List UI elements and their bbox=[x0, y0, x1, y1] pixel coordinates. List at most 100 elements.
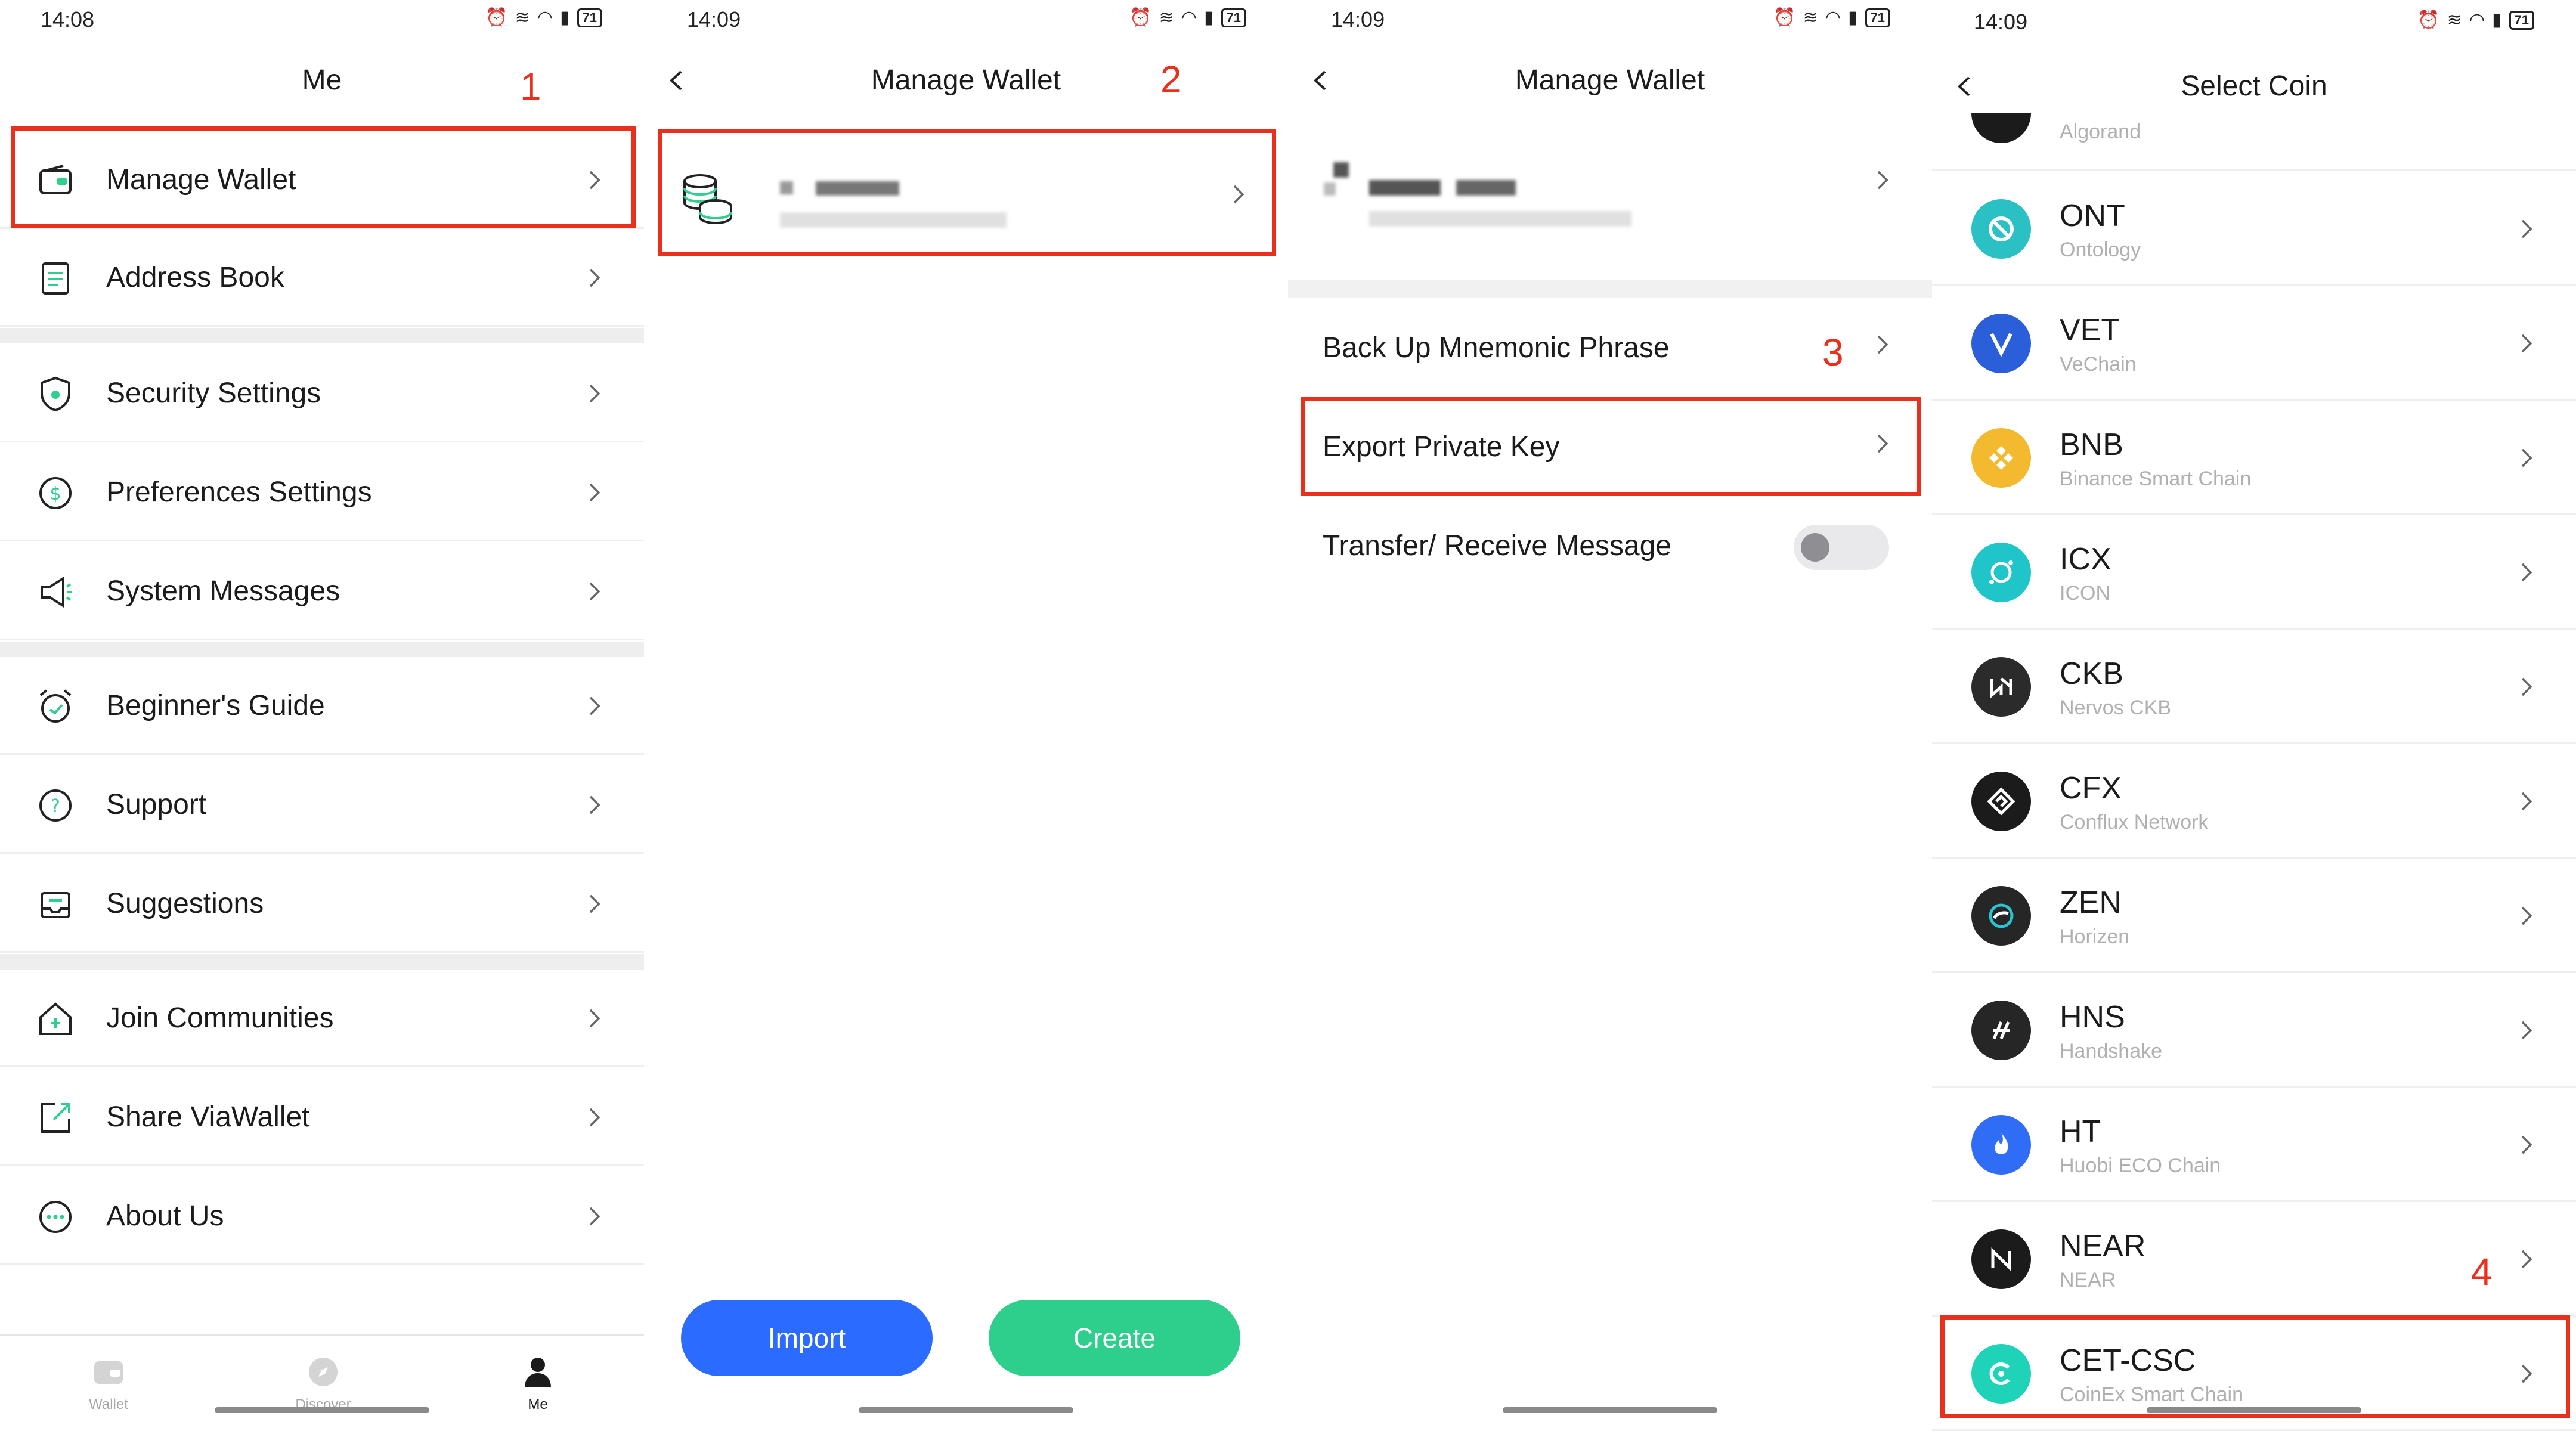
import-button[interactable]: Import bbox=[681, 1300, 933, 1376]
home-indicator bbox=[1503, 1407, 1717, 1413]
cfx-icon bbox=[1971, 772, 2031, 831]
back-arrow-icon[interactable] bbox=[1950, 72, 1980, 101]
shield-icon bbox=[41, 376, 70, 412]
vibrate-icon: ≋ bbox=[2447, 10, 2462, 30]
chevron-right-icon bbox=[2521, 1021, 2532, 1040]
coin-row-vet[interactable]: VET VeChain bbox=[1932, 286, 2576, 401]
menu-label: Beginner's Guide bbox=[106, 690, 325, 721]
coin-name: ICON bbox=[2060, 582, 2110, 605]
menu-label: Join Communities bbox=[106, 1002, 334, 1034]
coin-row-cfx[interactable]: CFX Conflux Network bbox=[1932, 744, 2576, 859]
status-time: 14:09 bbox=[687, 7, 741, 32]
tab-wallet[interactable]: Wallet bbox=[49, 1354, 168, 1413]
chevron-right-icon bbox=[1877, 335, 1888, 354]
menu-item-about-us[interactable]: About Us bbox=[0, 1167, 644, 1265]
coin-row-icx[interactable]: ICX ICON bbox=[1932, 515, 2576, 630]
section-divider bbox=[1288, 280, 1932, 298]
battery-icon: 71 bbox=[577, 8, 602, 27]
chevron-right-icon bbox=[2521, 792, 2532, 811]
wallet-name-redacted bbox=[1456, 180, 1516, 196]
coin-name: Horizen bbox=[2060, 925, 2130, 948]
coin-row-ckb[interactable]: CKB Nervos CKB bbox=[1932, 630, 2576, 744]
coin-symbol: CFX bbox=[2060, 771, 2122, 806]
message-toggle[interactable] bbox=[1794, 525, 1889, 570]
battery-icon: 71 bbox=[1865, 8, 1890, 27]
chevron-right-icon bbox=[2521, 1250, 2532, 1269]
svg-text:?: ? bbox=[51, 796, 60, 817]
menu-item-support[interactable]: ? Support bbox=[0, 756, 644, 854]
vibrate-icon: ≋ bbox=[515, 8, 530, 27]
menu-item-join-communities[interactable]: Join Communities bbox=[0, 970, 644, 1067]
page-title: Manage Wallet bbox=[871, 64, 1061, 96]
back-arrow-icon[interactable] bbox=[1306, 66, 1336, 95]
option-label: Back Up Mnemonic Phrase bbox=[1323, 332, 1670, 364]
menu-label: Security Settings bbox=[106, 377, 321, 409]
coin-row-ont[interactable]: ONT Ontology bbox=[1932, 172, 2576, 286]
status-bar: 14:08 ⏰ ≋ ◠ ▮ 71 bbox=[0, 0, 644, 42]
inbox-icon bbox=[41, 892, 70, 918]
coin-name: NEAR bbox=[2060, 1269, 2116, 1291]
coin-symbol: NEAR bbox=[2060, 1229, 2146, 1263]
signal-icon: ▮ bbox=[1848, 8, 1858, 27]
menu-item-address-book[interactable]: Address Book bbox=[0, 229, 644, 327]
bottom-nav: Wallet Discover Me bbox=[0, 1334, 644, 1431]
coin-symbol: HT bbox=[2060, 1114, 2101, 1149]
chevron-right-icon bbox=[2521, 677, 2532, 696]
highlight-box bbox=[1940, 1315, 2570, 1418]
zen-icon bbox=[1971, 886, 2031, 946]
signal-icon: ▮ bbox=[1204, 8, 1214, 27]
dollar-circle-icon: $ bbox=[39, 477, 72, 509]
coin-row-hns[interactable]: HNS Handshake bbox=[1932, 973, 2576, 1088]
wallet-tab-icon bbox=[94, 1361, 123, 1384]
ckb-icon bbox=[1971, 657, 2031, 717]
tab-me[interactable]: Me bbox=[478, 1354, 597, 1413]
menu-item-suggestions[interactable]: Suggestions bbox=[0, 855, 644, 953]
tab-discover[interactable]: Discover bbox=[264, 1354, 383, 1413]
menu-item-share-viawallet[interactable]: Share ViaWallet bbox=[0, 1068, 644, 1166]
chevron-right-icon bbox=[589, 1108, 600, 1127]
chevron-right-icon bbox=[589, 268, 600, 287]
wallet-info-row[interactable] bbox=[1288, 131, 1932, 274]
user-icon bbox=[525, 1358, 551, 1387]
status-bar: 14:09 ⏰ ≋ ◠ ▮ 71 bbox=[1288, 0, 1932, 42]
vibrate-icon: ≋ bbox=[1159, 8, 1174, 27]
hns-icon bbox=[1971, 1001, 2031, 1060]
status-icons: ⏰ ≋ ◠ ▮ 71 bbox=[485, 7, 602, 28]
status-icons: ⏰ ≋ ◠ ▮ 71 bbox=[1129, 7, 1246, 28]
home-indicator bbox=[215, 1407, 429, 1413]
chevron-right-icon bbox=[1877, 171, 1888, 190]
back-arrow-icon[interactable] bbox=[662, 66, 692, 95]
menu-label: Suggestions bbox=[106, 888, 264, 919]
coin-row-bnb[interactable]: BNB Binance Smart Chain bbox=[1932, 401, 2576, 515]
coin-symbol: ZEN bbox=[2060, 885, 2122, 920]
tab-label: Me bbox=[528, 1396, 548, 1413]
menu-item-security-settings[interactable]: Security Settings bbox=[0, 345, 644, 442]
coin-row-ht[interactable]: HT Huobi ECO Chain bbox=[1932, 1088, 2576, 1202]
vet-icon bbox=[1971, 314, 2031, 373]
create-button[interactable]: Create bbox=[989, 1300, 1240, 1376]
chevron-right-icon bbox=[589, 582, 600, 601]
coin-name: VeChain bbox=[2060, 353, 2137, 376]
step-number: 3 bbox=[1822, 331, 1844, 374]
menu-label: About Us bbox=[106, 1200, 224, 1232]
home-indicator bbox=[859, 1407, 1073, 1413]
help-circle-icon: ? bbox=[39, 789, 72, 822]
coin-symbol: ONT bbox=[2060, 199, 2125, 233]
coin-symbol: CKB bbox=[2060, 656, 2123, 691]
menu-item-system-messages[interactable]: System Messages bbox=[0, 543, 644, 640]
vibrate-icon: ≋ bbox=[1803, 8, 1818, 27]
panel-me: 14:08 ⏰ ≋ ◠ ▮ 71 Me 1 Manage Wallet Addr… bbox=[0, 0, 644, 1431]
chevron-right-icon bbox=[2521, 448, 2532, 467]
menu-label: Address Book bbox=[106, 262, 284, 293]
wallet-name-redacted bbox=[1333, 162, 1349, 178]
compass-icon bbox=[309, 1358, 338, 1386]
coin-row-zen[interactable]: ZEN Horizen bbox=[1932, 859, 2576, 973]
address-book-icon bbox=[42, 262, 69, 295]
menu-item-preferences-settings[interactable]: $ Preferences Settings bbox=[0, 444, 644, 541]
menu-item-beginners-guide[interactable]: Beginner's Guide bbox=[0, 657, 644, 755]
highlight-box bbox=[658, 129, 1276, 256]
near-icon bbox=[1971, 1229, 2031, 1289]
coin-row-partial[interactable]: Algorand bbox=[1932, 113, 2576, 171]
panel-manage-wallet-detail: 14:09 ⏰ ≋ ◠ ▮ 71 Manage Wallet Back Up M… bbox=[1288, 0, 1932, 1431]
wifi-icon: ◠ bbox=[1825, 8, 1841, 27]
